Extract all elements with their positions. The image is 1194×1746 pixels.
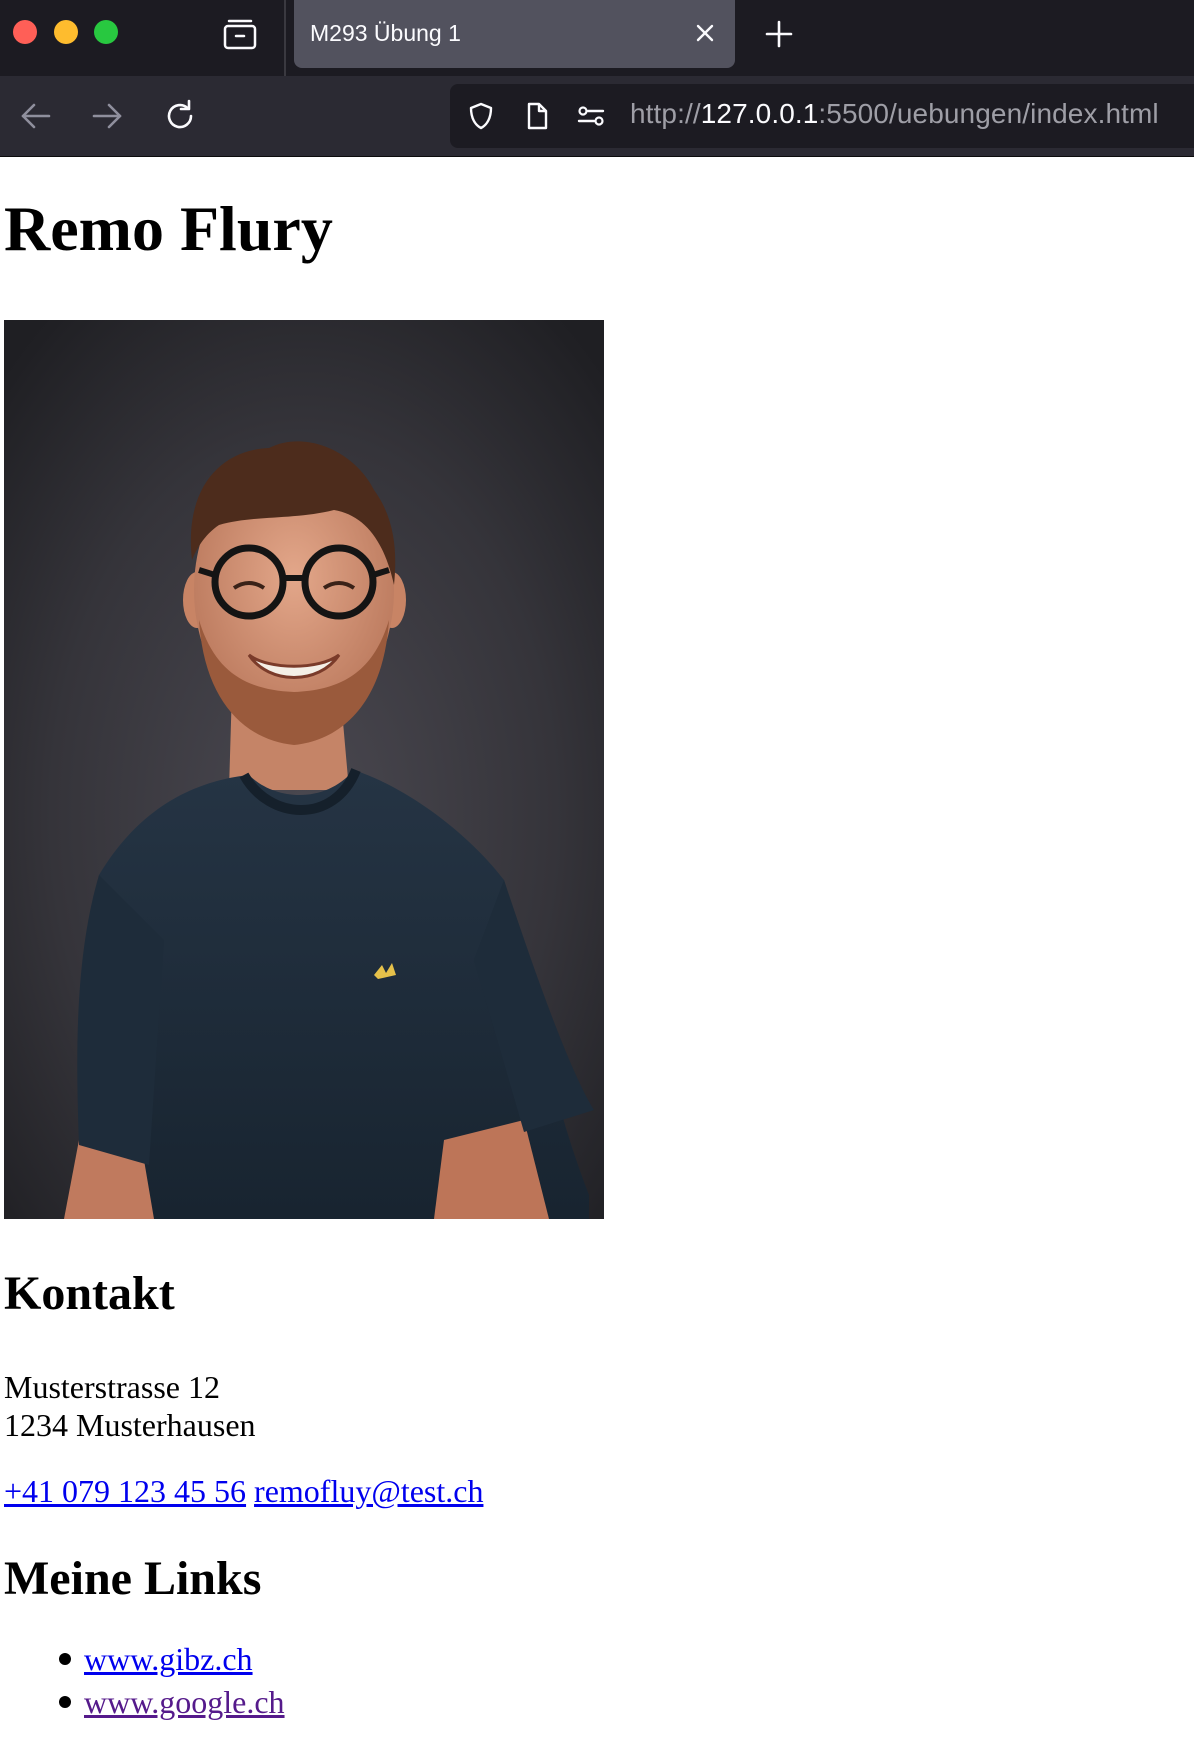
new-tab-icon[interactable] <box>765 20 793 48</box>
permissions-icon[interactable] <box>576 101 606 131</box>
forward-arrow-icon[interactable] <box>90 99 124 133</box>
url-host: 127.0.0.1 <box>700 98 819 129</box>
email-link[interactable]: remofluy@test.ch <box>254 1473 483 1509</box>
url-text[interactable]: http://127.0.0.1:5500/uebungen/index.htm… <box>630 98 1159 130</box>
tab-active[interactable]: M293 Übung 1 <box>294 0 735 68</box>
address-bar[interactable]: http://127.0.0.1:5500/uebungen/index.htm… <box>450 84 1194 148</box>
close-window-button[interactable] <box>13 20 37 44</box>
url-scheme: http:// <box>630 98 701 129</box>
tab-overview-icon[interactable] <box>222 18 258 50</box>
profile-photo <box>4 320 604 1219</box>
phone-link[interactable]: +41 079 123 45 56 <box>4 1473 246 1509</box>
address-street: Musterstrasse 12 <box>4 1369 220 1405</box>
reload-icon[interactable] <box>163 99 197 133</box>
zoom-window-button[interactable] <box>94 20 118 44</box>
page-info-icon[interactable] <box>522 101 552 131</box>
tracking-protection-shield-icon[interactable] <box>466 101 496 131</box>
tab-separator <box>284 0 286 76</box>
address-city: 1234 Musterhausen <box>4 1407 256 1443</box>
navigation-toolbar: http://127.0.0.1:5500/uebungen/index.htm… <box>0 76 1194 157</box>
contact-heading: Kontakt <box>4 1267 175 1320</box>
bullet-icon <box>59 1696 71 1708</box>
link-google[interactable]: www.google.ch <box>84 1684 285 1720</box>
link-gibz[interactable]: www.gibz.ch <box>84 1641 253 1677</box>
url-path: :5500/uebungen/index.html <box>818 98 1159 129</box>
tab-title: M293 Übung 1 <box>310 20 461 46</box>
list-item: www.gibz.ch <box>4 1640 285 1683</box>
minimize-window-button[interactable] <box>54 20 78 44</box>
page-title: Remo Flury <box>4 193 333 264</box>
page-content: Remo Flury Kontakt Musterstrasse 12 1234… <box>0 157 1194 1746</box>
links-list: www.gibz.ch www.google.ch <box>4 1640 285 1726</box>
contact-links: +41 079 123 45 56 remofluy@test.ch <box>4 1472 483 1510</box>
close-tab-icon[interactable] <box>693 21 717 45</box>
links-heading: Meine Links <box>4 1552 262 1605</box>
address: Musterstrasse 12 1234 Musterhausen <box>4 1368 256 1444</box>
tab-bar: M293 Übung 1 <box>0 0 1194 76</box>
list-item: www.google.ch <box>4 1683 285 1726</box>
back-arrow-icon[interactable] <box>19 99 53 133</box>
bullet-icon <box>59 1653 71 1665</box>
